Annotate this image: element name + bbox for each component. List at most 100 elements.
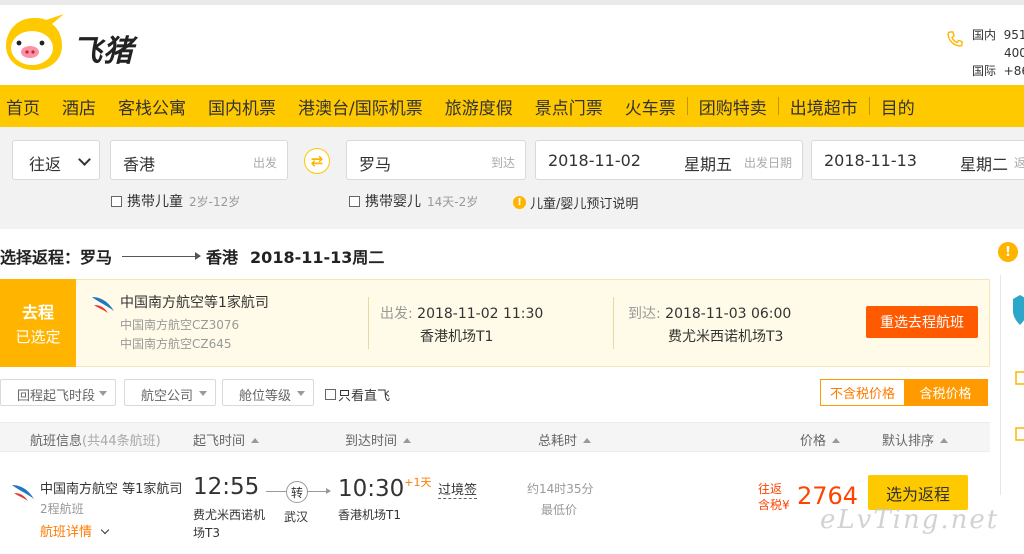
nav-item-inn[interactable]: 客栈公寓 bbox=[107, 94, 197, 119]
flight-arrive: 10:30+1天 bbox=[338, 474, 432, 502]
flight-arrive-time: 10:30 bbox=[338, 476, 405, 502]
nav-item-destination[interactable]: 目的 bbox=[870, 94, 926, 119]
intl-label: 国际 bbox=[972, 64, 997, 78]
flight-arrive-airport: 香港机场T1 bbox=[338, 508, 401, 522]
from-city-input[interactable]: 香港 出发 bbox=[110, 140, 288, 180]
edit-icon[interactable] bbox=[1015, 427, 1024, 441]
nav-item-duty-free[interactable]: 出境超市 bbox=[779, 94, 869, 119]
flight-details-link[interactable]: 航班详情 bbox=[40, 521, 110, 540]
depart-period-filter[interactable]: 回程起飞时段 bbox=[0, 379, 116, 406]
nav-divider bbox=[777, 97, 779, 115]
duration-note: 最低价 bbox=[541, 503, 578, 517]
nav-item-tickets[interactable]: 景点门票 bbox=[524, 94, 614, 119]
booking-note-link[interactable]: ! 儿童/婴儿预订说明 bbox=[513, 193, 638, 212]
outbound-airline: 中国南方航空等1家航司 bbox=[120, 295, 269, 311]
col-arrive-time[interactable]: 到达时间 bbox=[345, 430, 412, 449]
nav-item-vacation[interactable]: 旅游度假 bbox=[434, 94, 524, 119]
checkbox-icon[interactable] bbox=[111, 195, 122, 207]
from-city-value: 香港 bbox=[123, 155, 156, 174]
depart-label: 出发: bbox=[380, 306, 413, 322]
price-label-roundtrip: 往返 bbox=[758, 482, 783, 496]
sort-up-icon bbox=[832, 438, 841, 443]
return-prefix: 选择返程： bbox=[0, 248, 81, 267]
infant-label: 携带婴儿 bbox=[365, 194, 421, 210]
direct-only-label: 只看直飞 bbox=[338, 389, 391, 404]
airline-filter[interactable]: 航空公司 bbox=[124, 379, 216, 406]
return-hint: 返 bbox=[1013, 156, 1024, 170]
outbound-arrive: 到达: 2018-11-03 06:00 bbox=[628, 303, 791, 323]
infant-checkbox[interactable]: 携带婴儿 14天-2岁 bbox=[349, 191, 478, 211]
china-southern-logo-icon bbox=[92, 297, 114, 313]
nav-item-group-buy[interactable]: 团购特卖 bbox=[688, 94, 778, 119]
return-title: 选择返程： 罗马 香港 2018-11-13周二 bbox=[0, 244, 384, 268]
divider bbox=[368, 297, 369, 349]
checkbox-icon[interactable] bbox=[349, 195, 360, 207]
col-label: 总耗时 bbox=[538, 434, 578, 449]
return-date-input[interactable]: 2018-11-13 星期二 返 bbox=[811, 140, 1024, 180]
info-icon: ! bbox=[513, 196, 526, 209]
return-date: 2018-11-13周二 bbox=[250, 248, 385, 267]
route-arrow-icon bbox=[122, 251, 202, 260]
return-to: 香港 bbox=[206, 248, 239, 267]
flight-duration: 约14时35分 bbox=[527, 482, 594, 496]
outbound-depart: 出发: 2018-11-02 11:30 bbox=[380, 303, 543, 323]
logo-text[interactable]: 飞猪 bbox=[72, 26, 134, 70]
nav-item-intl-flights[interactable]: 港澳台/国际机票 bbox=[287, 94, 434, 119]
child-checkbox[interactable]: 携带儿童 2岁-12岁 bbox=[111, 191, 240, 211]
to-city-input[interactable]: 罗马 到达 bbox=[346, 140, 526, 180]
sort-up-icon bbox=[251, 438, 260, 443]
fliggy-logo-icon[interactable] bbox=[2, 12, 66, 74]
chevron-down-icon bbox=[100, 525, 110, 535]
depart-hint: 出发日期 bbox=[743, 156, 792, 170]
shield-icon bbox=[1013, 295, 1024, 325]
to-hint: 到达 bbox=[490, 156, 515, 170]
chevron-down-icon bbox=[78, 153, 91, 166]
filter-label: 舱位等级 bbox=[239, 389, 292, 404]
nav-item-home[interactable]: 首页 bbox=[0, 94, 51, 119]
arrive-airport: 费尤米西诺机场T3 bbox=[668, 329, 784, 345]
main-nav: 首页 酒店 客栈公寓 国内机票 港澳台/国际机票 旅游度假 景点门票 火车票 团… bbox=[0, 85, 1024, 127]
price-excl-tax-option[interactable]: 不含税价格 bbox=[821, 380, 904, 405]
infant-age: 14天-2岁 bbox=[427, 194, 479, 209]
swap-cities-icon[interactable]: ⇄ bbox=[304, 148, 330, 174]
child-age: 2岁-12岁 bbox=[189, 194, 241, 209]
outbound-flight-2: 中国南方航空CZ645 bbox=[120, 337, 232, 351]
from-hint: 出发 bbox=[252, 156, 277, 170]
col-duration[interactable]: 总耗时 bbox=[538, 430, 592, 449]
col-sort[interactable]: 默认排序 bbox=[882, 430, 949, 449]
nav-item-train[interactable]: 火车票 bbox=[614, 94, 687, 119]
sort-up-icon bbox=[583, 438, 592, 443]
nav-item-hotel[interactable]: 酒店 bbox=[51, 94, 107, 119]
divider bbox=[613, 297, 614, 349]
trip-type-value: 往返 bbox=[29, 155, 62, 174]
domestic-label: 国内 bbox=[972, 28, 997, 42]
sort-up-icon bbox=[940, 438, 949, 443]
depart-airport: 香港机场T1 bbox=[420, 329, 494, 345]
caret-down-icon bbox=[297, 391, 305, 396]
price-labels: 往返 含税¥ bbox=[758, 481, 790, 513]
depart-date-value: 2018-11-02 bbox=[548, 151, 641, 170]
day-plus: +1天 bbox=[404, 476, 432, 489]
depart-date-input[interactable]: 2018-11-02 星期五 出发日期 bbox=[535, 140, 803, 180]
currency-symbol: ¥ bbox=[782, 498, 790, 512]
domestic-phone-2: 400 bbox=[1004, 46, 1024, 60]
cabin-filter[interactable]: 舱位等级 bbox=[222, 379, 314, 406]
col-price[interactable]: 价格 bbox=[800, 430, 841, 449]
sort-up-icon bbox=[403, 438, 412, 443]
trip-type-select[interactable]: 往返 bbox=[12, 140, 100, 180]
price-incl-tax-option[interactable]: 含税价格 bbox=[904, 380, 987, 405]
price-label-tax: 含税 bbox=[758, 498, 783, 512]
to-city-value: 罗马 bbox=[359, 155, 392, 174]
transit-visa-link[interactable]: 过境签 bbox=[438, 479, 478, 499]
edit-icon[interactable] bbox=[1015, 371, 1024, 385]
reselect-outbound-button[interactable]: 重选去程航班 bbox=[866, 306, 978, 338]
nav-item-domestic-flights[interactable]: 国内机票 bbox=[197, 94, 287, 119]
side-info-icon[interactable]: ! bbox=[998, 242, 1018, 262]
domestic-phone: 951 bbox=[1003, 28, 1024, 42]
nav-divider bbox=[686, 97, 688, 115]
intl-phone: +86 bbox=[1003, 64, 1024, 78]
col-depart-time[interactable]: 起飞时间 bbox=[193, 430, 260, 449]
flight-count: (共44条航班) bbox=[82, 434, 161, 449]
direct-only-checkbox[interactable]: 只看直飞 bbox=[325, 385, 390, 404]
checkbox-icon[interactable] bbox=[325, 389, 336, 400]
